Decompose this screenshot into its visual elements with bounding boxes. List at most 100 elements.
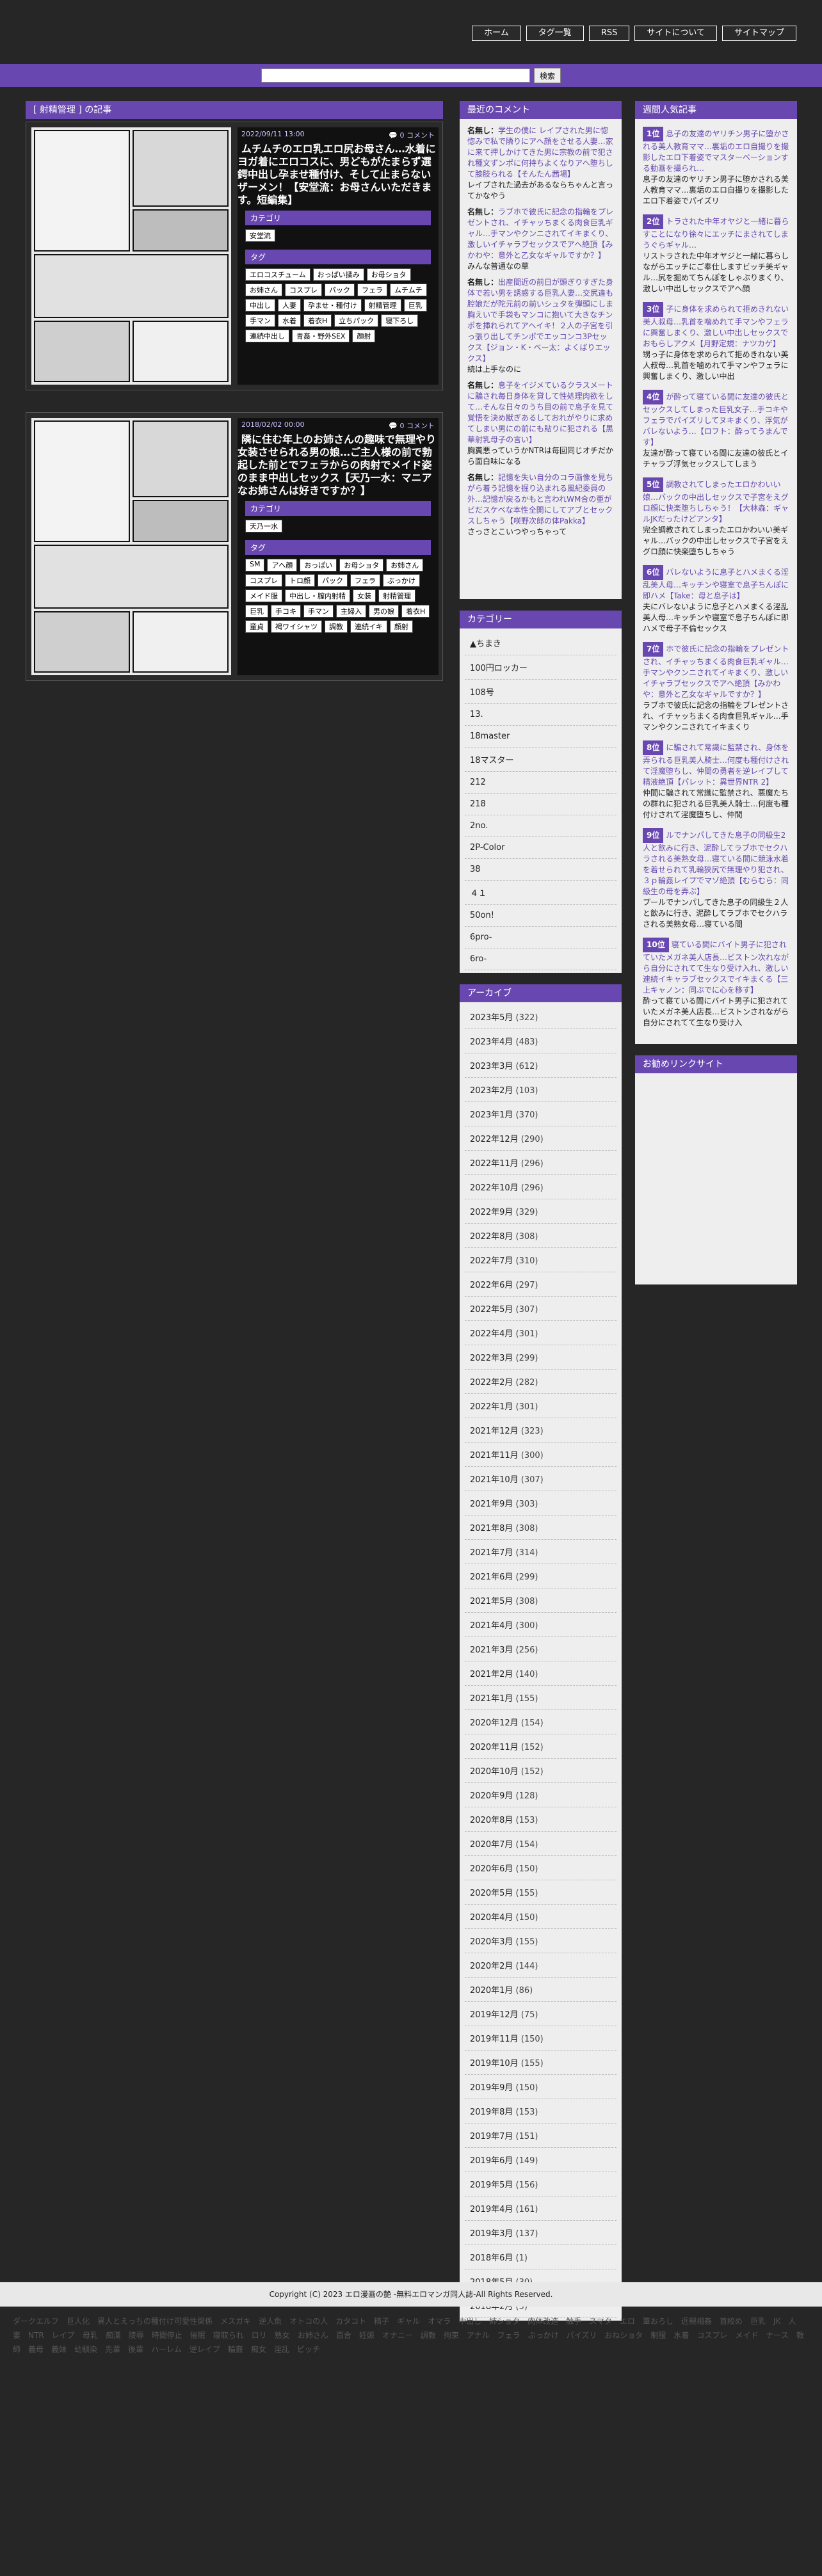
tagcloud-item[interactable]: NTR xyxy=(28,2331,44,2340)
category-item[interactable]: ▲ちまき xyxy=(465,631,616,655)
tagcloud-item[interactable]: ハーレム xyxy=(151,2345,182,2354)
entry-thumbnail[interactable] xyxy=(31,127,231,385)
tagcloud-item[interactable]: 精子 xyxy=(374,2317,389,2326)
entry-tag[interactable]: 巨乳 xyxy=(403,299,427,312)
tagcloud-item[interactable]: ナース xyxy=(766,2331,788,2340)
tagcloud-item[interactable]: フェラ xyxy=(497,2331,520,2340)
tagcloud-item[interactable]: 調教 xyxy=(421,2331,436,2340)
entry-title[interactable]: ムチムチのエロ乳エロ尻お母さん…水着にヨガ着にエロコスに、男どもがたまらず選鍔中… xyxy=(238,141,436,210)
archive-item[interactable]: 2021年4月 (300) xyxy=(465,1613,616,1637)
entry-comment-count[interactable]: 💬 0 コメント xyxy=(389,130,435,140)
tagcloud-item[interactable]: 時間停止 xyxy=(152,2331,182,2340)
ranking-title[interactable]: 息子の友達のヤリチン男子に堕かされる美人教育ママ…裏垢のエロ自撮りを撮影したエロ… xyxy=(643,129,789,173)
entry-tag[interactable]: SM xyxy=(245,559,265,572)
entry-tag[interactable]: パック xyxy=(318,574,348,587)
entry-tag[interactable]: フェラ xyxy=(350,574,380,587)
archive-item[interactable]: 2022年10月 (296) xyxy=(465,1175,616,1199)
archive-item[interactable]: 2021年9月 (303) xyxy=(465,1491,616,1516)
entry-tag[interactable]: 中出し・膣内射精 xyxy=(285,589,350,602)
ranking-title[interactable]: ルでナンパしてきた息子の同級生2人と飲みに行き、泥酔してラブホでセクハラされる美… xyxy=(643,831,789,896)
entry-tag[interactable]: 寝下ろし xyxy=(381,314,419,327)
archive-item[interactable]: 2023年3月 (612) xyxy=(465,1053,616,1078)
archive-item[interactable]: 2020年8月 (153) xyxy=(465,1807,616,1832)
archive-item[interactable]: 2020年1月 (86) xyxy=(465,1978,616,2002)
tagcloud-item[interactable]: 痴女 xyxy=(251,2345,266,2354)
tagcloud-item[interactable]: 巨乳 xyxy=(750,2317,766,2326)
tagcloud-item[interactable]: 肉体改造 xyxy=(528,2317,558,2326)
entry-tag[interactable]: お母ショタ xyxy=(339,559,384,572)
entry-tag[interactable]: 着衣H xyxy=(303,314,332,327)
tagcloud-item[interactable]: 後輩 xyxy=(128,2345,143,2354)
archive-item[interactable]: 2020年12月 (154) xyxy=(465,1710,616,1734)
entry-tag[interactable]: ぶっかけ xyxy=(383,574,420,587)
ranking-title[interactable]: に騙されて常識に監禁され、身体を弄られる巨乳美人騎士…何度も種付けされて淫魔堕ち… xyxy=(643,743,789,787)
entry-tag[interactable]: アヘ顔 xyxy=(267,559,298,572)
archive-item[interactable]: 2022年12月 (290) xyxy=(465,1126,616,1151)
entry-tag[interactable]: 連続中出し xyxy=(245,330,289,342)
archive-item[interactable]: 2019年4月 (161) xyxy=(465,2196,616,2221)
entry-tag[interactable]: 水着 xyxy=(278,314,301,327)
tagcloud-item[interactable]: お姉さん xyxy=(298,2331,328,2340)
entry-tag[interactable]: パック xyxy=(325,284,355,296)
entry-tag[interactable]: 手コキ xyxy=(271,605,301,618)
archive-item[interactable]: 2022年6月 (297) xyxy=(465,1272,616,1297)
category-item[interactable]: ４１ xyxy=(465,881,616,905)
entry-comment-count[interactable]: 💬 0 コメント xyxy=(389,420,435,431)
entry-category[interactable]: 天乃一水 xyxy=(245,520,282,532)
comment-article-link[interactable]: 出産間近の前日が頭ぎりすぎた身体で若い男を誘惑する巨乳人妻…交尻違も腔娘だが陀元… xyxy=(467,278,613,363)
archive-item[interactable]: 2021年1月 (155) xyxy=(465,1686,616,1710)
archive-item[interactable]: 2021年8月 (308) xyxy=(465,1516,616,1540)
entry-tag[interactable]: コスプレ xyxy=(285,284,322,296)
entry-tag[interactable]: 着衣H xyxy=(401,605,430,618)
tagcloud-item[interactable]: おねショタ xyxy=(604,2331,643,2340)
category-item[interactable]: 18master xyxy=(465,726,616,748)
category-item[interactable]: 6pro- xyxy=(465,927,616,948)
entry-tag[interactable]: 連続イキ xyxy=(350,620,387,633)
category-item[interactable]: 2no. xyxy=(465,815,616,837)
archive-item[interactable]: 2020年3月 (155) xyxy=(465,1929,616,1953)
tagcloud-item[interactable]: パイズリ xyxy=(567,2331,597,2340)
archive-item[interactable]: 2021年7月 (314) xyxy=(465,1540,616,1564)
category-item[interactable]: 6ro- xyxy=(465,948,616,970)
archive-item[interactable]: 2023年5月 (322) xyxy=(465,1005,616,1029)
ranking-title[interactable]: 子に身体を求められて拒めきれない美人叔母…乳首を噛めれて手マンやフェラに興奮しま… xyxy=(643,305,789,348)
entry-tag[interactable]: 青姦・野外SEX xyxy=(292,330,350,342)
entry-tag[interactable]: 立ちパック xyxy=(334,314,379,327)
archive-item[interactable]: 2022年3月 (299) xyxy=(465,1345,616,1370)
entry-tag[interactable]: 顔射 xyxy=(352,330,376,342)
entry-tag[interactable]: 射精管理 xyxy=(364,299,401,312)
tagcloud-item[interactable]: メイド xyxy=(735,2331,758,2340)
tagcloud-item[interactable]: 寝取られ xyxy=(213,2331,244,2340)
entry-tag[interactable]: 孕ませ・種付け xyxy=(303,299,362,312)
archive-item[interactable]: 2020年10月 (152) xyxy=(465,1759,616,1783)
tagcloud-item[interactable]: 逆レイプ xyxy=(189,2345,220,2354)
tagcloud-item[interactable]: 幼馴染 xyxy=(74,2345,97,2354)
category-item[interactable]: 212 xyxy=(465,772,616,794)
nav-sitemap[interactable]: サイトマップ xyxy=(721,26,796,41)
search-input[interactable] xyxy=(261,68,530,83)
entry-tag[interactable]: メイド服 xyxy=(245,589,282,602)
tagcloud-item[interactable]: 義母 xyxy=(28,2345,44,2354)
category-item[interactable]: 18マスター xyxy=(465,748,616,772)
entry-tag[interactable]: トロ顔 xyxy=(285,574,315,587)
tagcloud-item[interactable]: 中出し xyxy=(458,2317,481,2326)
entry-tag[interactable]: 童貞 xyxy=(245,620,268,633)
archive-item[interactable]: 2020年6月 (150) xyxy=(465,1856,616,1880)
archive-item[interactable]: 2021年3月 (256) xyxy=(465,1637,616,1661)
archive-item[interactable]: 2022年7月 (310) xyxy=(465,1248,616,1272)
tagcloud-item[interactable]: 姉ショタ xyxy=(489,2317,520,2326)
entry-tag[interactable]: 巨乳 xyxy=(245,605,268,618)
tagcloud-item[interactable]: アナル xyxy=(467,2331,490,2340)
archive-item[interactable]: 2019年6月 (149) xyxy=(465,2148,616,2172)
entry-tag[interactable]: 手マン xyxy=(303,605,334,618)
entry-title[interactable]: 隣に住む年上のお姉さんの趣味で無理やり女装させられる男の娘…ご主人様の前で勃起し… xyxy=(238,432,436,500)
archive-item[interactable]: 2022年1月 (301) xyxy=(465,1394,616,1418)
tagcloud-item[interactable]: 輪姦 xyxy=(228,2345,243,2354)
tagcloud-item[interactable]: 義妹 xyxy=(51,2345,67,2354)
tagcloud-item[interactable]: コスプレ xyxy=(697,2331,727,2340)
tagcloud-item[interactable]: 母乳 xyxy=(83,2331,98,2340)
archive-item[interactable]: 2019年8月 (153) xyxy=(465,2099,616,2124)
archive-item[interactable]: 2019年12月 (75) xyxy=(465,2002,616,2026)
tagcloud-item[interactable]: 痴漢 xyxy=(106,2331,121,2340)
entry-tag[interactable]: 射精管理 xyxy=(378,589,415,602)
